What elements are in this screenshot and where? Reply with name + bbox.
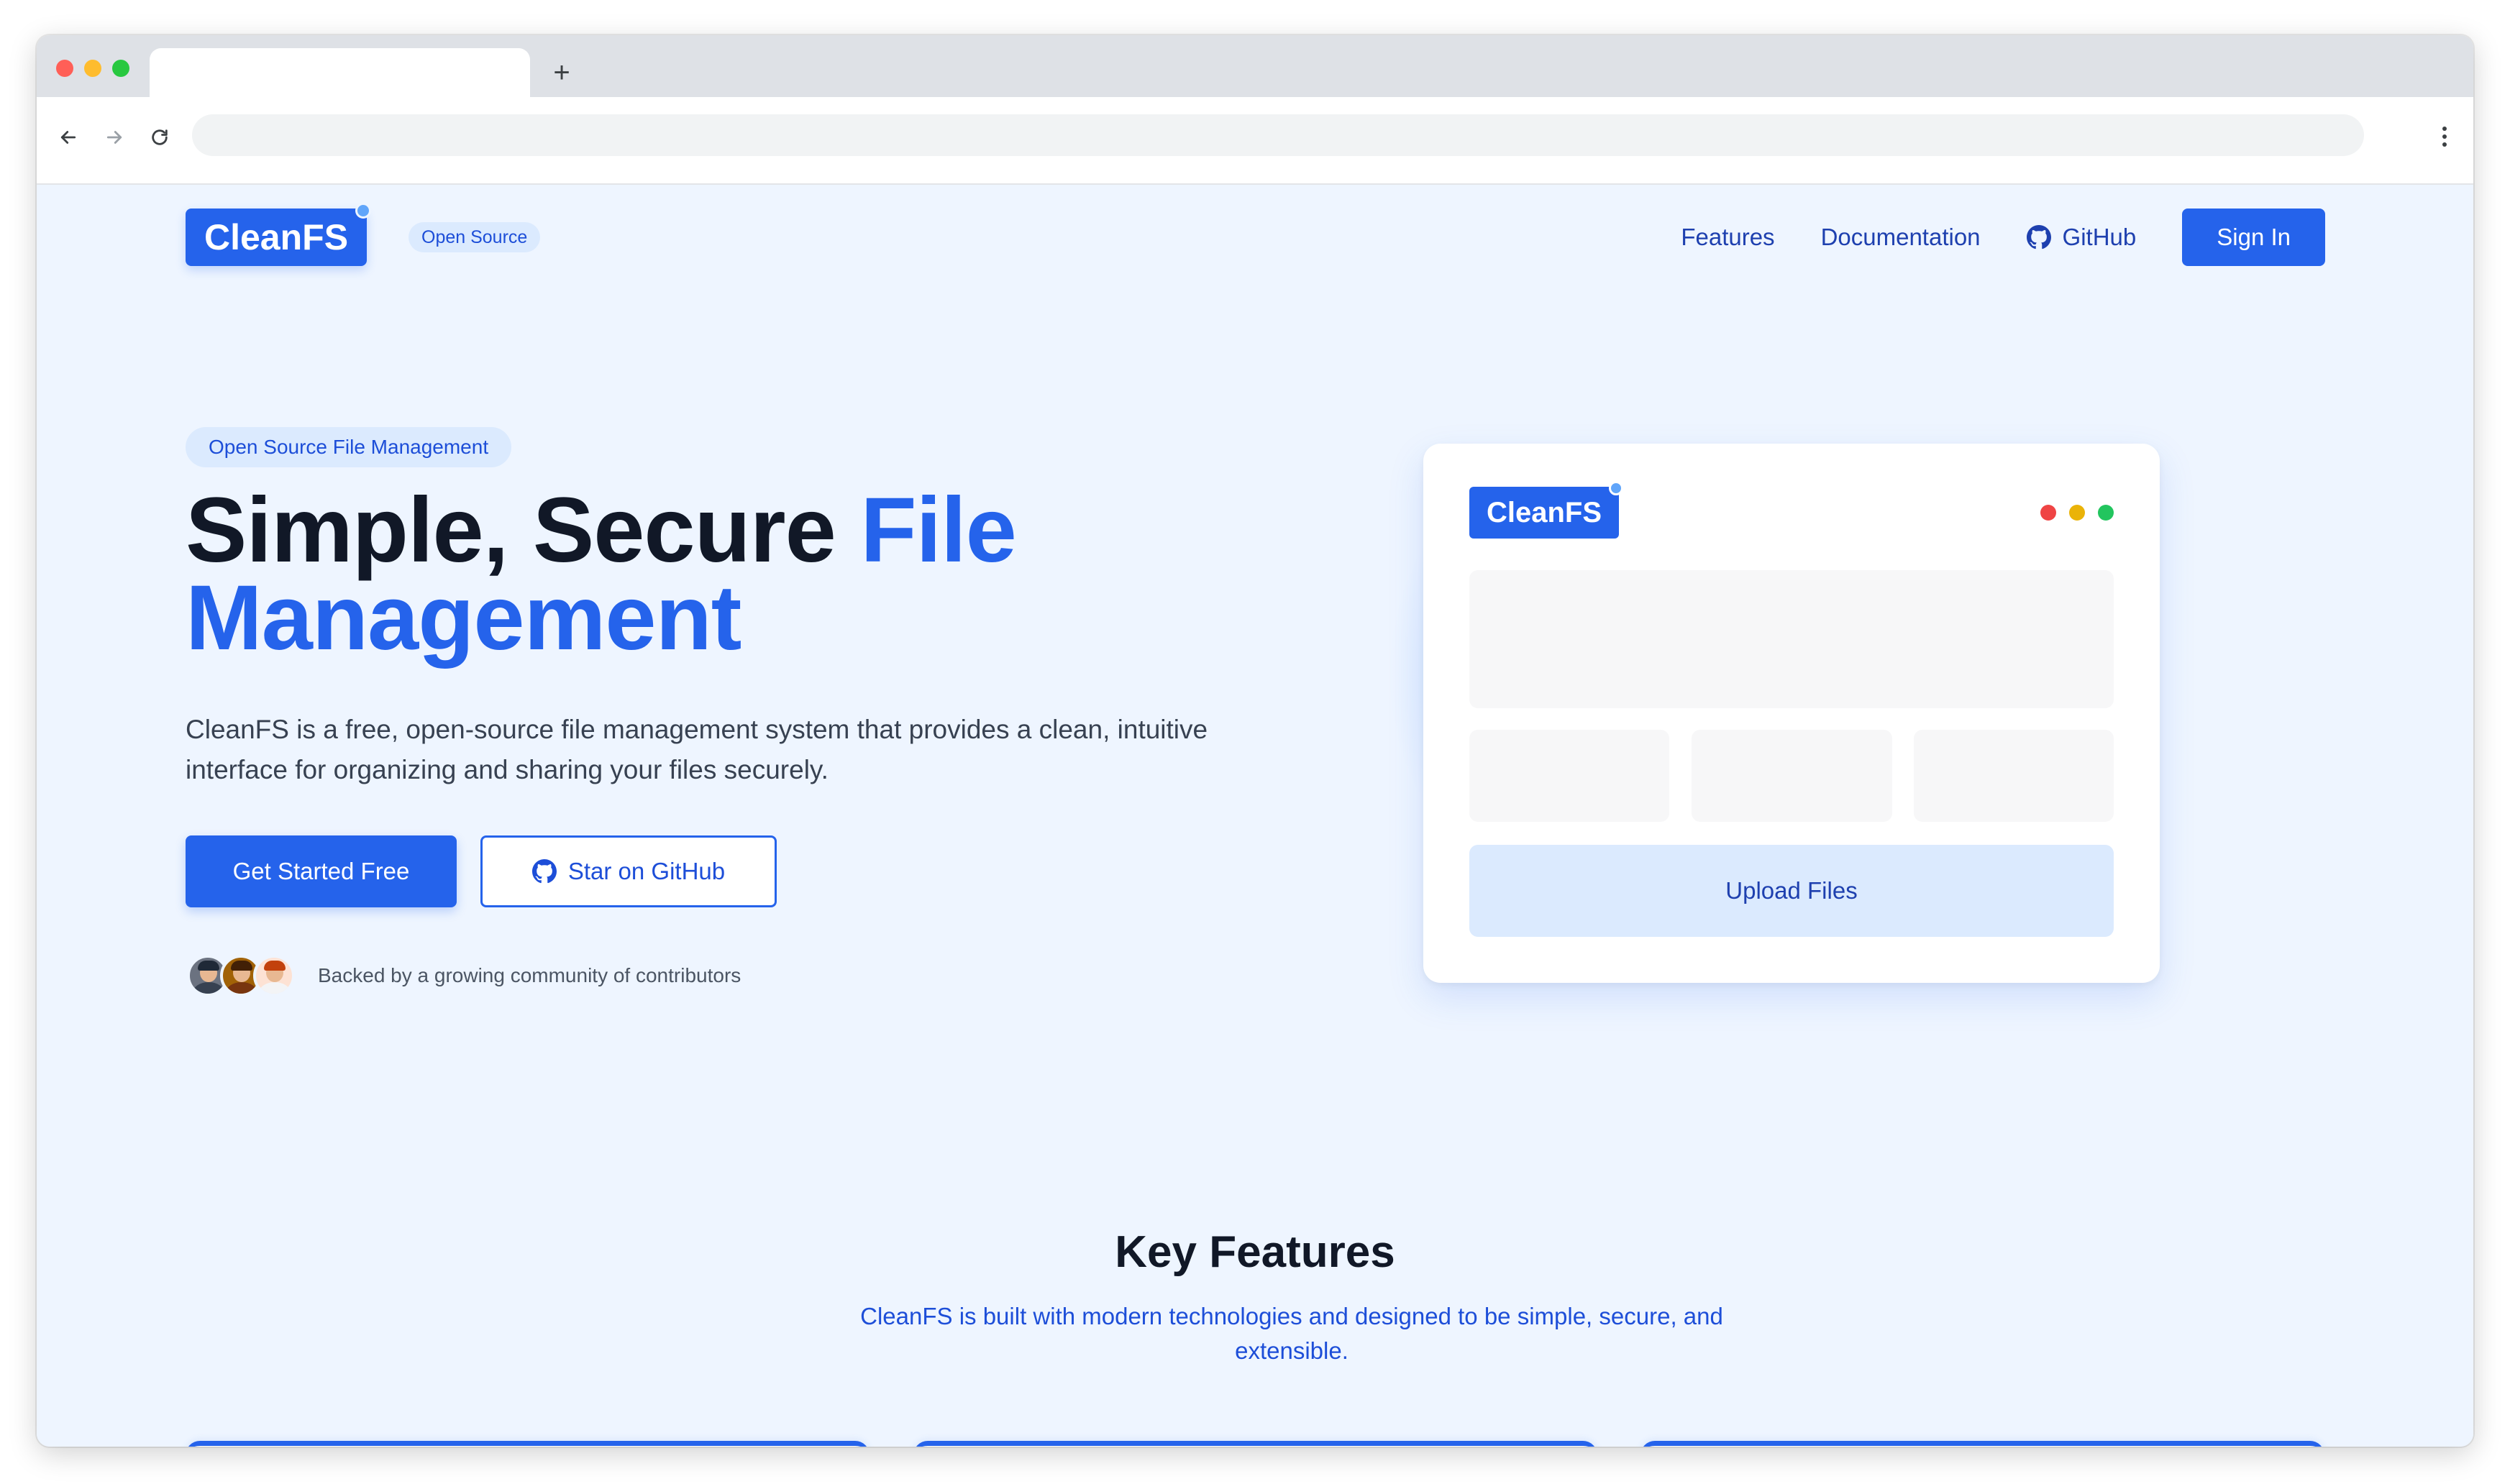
preview-placeholder-tile (1469, 730, 1669, 822)
hero-badge: Open Source File Management (186, 427, 512, 467)
nav-link-github[interactable]: GitHub (2026, 224, 2137, 251)
preview-window-dots (2027, 505, 2114, 521)
reload-button[interactable] (140, 117, 180, 157)
star-on-github-button[interactable]: Star on GitHub (480, 835, 777, 907)
page-content: CleanFS Open Source Features Documentati… (37, 185, 2473, 1447)
nav-link-github-label: GitHub (2062, 224, 2137, 250)
upload-files-button[interactable]: Upload Files (1469, 845, 2114, 937)
star-on-github-label: Star on GitHub (567, 858, 726, 884)
app-preview-card: CleanFS Upload Files (1423, 444, 2160, 983)
feature-card (913, 1441, 1597, 1447)
red-dot-icon (2040, 505, 2056, 521)
browser-tab-active[interactable] (150, 48, 530, 97)
browser-tab-bar: + (37, 35, 2473, 97)
site-logo-text: CleanFS (204, 217, 349, 257)
logo-dot (355, 203, 372, 219)
feature-card (1640, 1441, 2324, 1447)
browser-window: + CleanFS Open Source Features Documenta (37, 35, 2473, 1447)
get-started-button[interactable]: Get Started Free (186, 835, 457, 907)
nav-link-features-label: Features (1681, 224, 1775, 250)
browser-menu-button[interactable] (2429, 119, 2460, 155)
open-source-badge: Open Source (409, 222, 541, 252)
nav-link-features[interactable]: Features (1681, 224, 1774, 251)
new-tab-button[interactable]: + (540, 51, 583, 94)
yellow-dot-icon (2069, 505, 2085, 521)
nav-link-documentation-label: Documentation (1820, 224, 1981, 250)
back-button[interactable] (48, 117, 88, 157)
arrow-right-icon (106, 131, 122, 144)
preview-placeholder-tile (1914, 730, 2114, 822)
preview-logo-text: CleanFS (1487, 497, 1602, 528)
hero-description: CleanFS is a free, open-source file mana… (186, 715, 1208, 784)
kebab-menu-icon (2442, 127, 2447, 147)
top-navigation: Features Documentation GitHub Sign In (1681, 209, 2325, 266)
site-logo-link[interactable]: CleanFS (186, 203, 372, 266)
community-text: Backed by a growing community of contrib… (318, 964, 741, 986)
github-icon (2026, 225, 2051, 249)
site-logo: CleanFS (186, 203, 372, 266)
sign-in-button[interactable]: Sign In (2182, 209, 2325, 266)
features-subtitle: CleanFS is built with modern technologie… (860, 1303, 1723, 1364)
address-bar[interactable] (192, 114, 2364, 156)
browser-toolbar (37, 97, 2473, 185)
avatar (253, 955, 295, 997)
contributor-avatars (187, 955, 295, 997)
preview-placeholder-tile (1692, 730, 1892, 822)
arrow-left-icon (60, 131, 76, 144)
forward-button[interactable] (94, 117, 134, 157)
preview-logo: CleanFS (1469, 481, 1624, 539)
green-dot-icon (2098, 505, 2114, 521)
nav-link-documentation[interactable]: Documentation (1821, 224, 1981, 251)
maximize-window-button[interactable] (112, 60, 129, 77)
preview-placeholder-main (1469, 570, 2114, 708)
plus-icon: + (553, 57, 570, 88)
features-title: Key Features (1115, 1227, 1395, 1277)
reload-icon (152, 129, 168, 145)
close-window-button[interactable] (56, 60, 73, 77)
feature-card (186, 1441, 870, 1447)
minimize-window-button[interactable] (84, 60, 101, 77)
hero-title: Simple, Secure File Management (186, 485, 1264, 664)
github-icon (531, 859, 557, 884)
logo-dot (1609, 481, 1624, 495)
